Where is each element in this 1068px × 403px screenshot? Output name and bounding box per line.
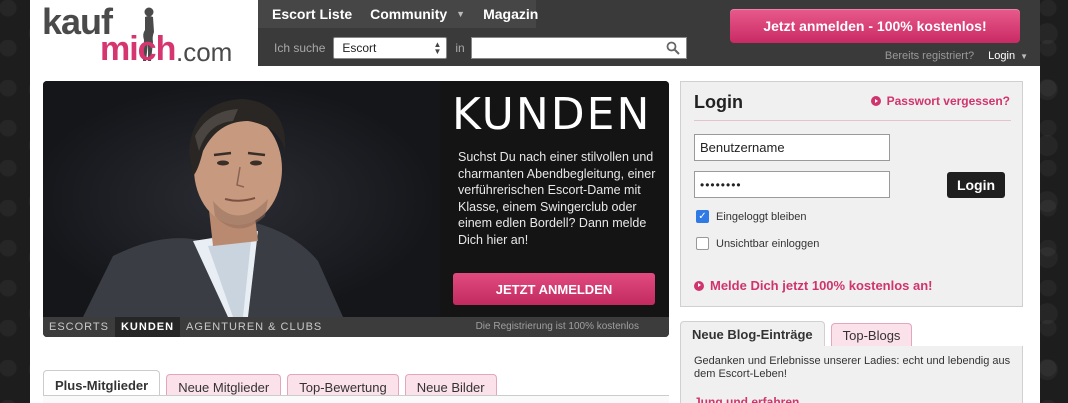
forgot-password-label: Passwort vergessen? [886, 94, 1010, 108]
nav-magazin[interactable]: Magazin [483, 6, 538, 22]
search-icon[interactable] [666, 41, 680, 55]
login-title: Login [694, 92, 743, 112]
nav-escort-liste[interactable]: Escort Liste [272, 6, 352, 22]
nav-item-label: Community [370, 6, 448, 22]
category-select[interactable]: Escort ▲ ▼ [333, 37, 448, 59]
hero-photo [43, 81, 440, 317]
remember-me-label: Eingeloggt bleiben [716, 210, 807, 223]
search-bar: Ich suche Escort ▲ ▼ in [274, 37, 687, 59]
main-nav: Escort Liste Community ▼ Magazin [258, 0, 538, 28]
blog-description: Gedanken und Erlebnisse unserer Ladies: … [694, 355, 1011, 380]
hero-title: KUNDEN [452, 89, 652, 140]
chevron-down-icon: ▼ [1020, 51, 1028, 61]
nav-item-label: Escort Liste [272, 6, 353, 22]
select-arrows-icon: ▲ ▼ [433, 40, 442, 56]
hero-text-panel: KUNDEN Suchst Du nach einer stilvollen u… [440, 81, 669, 317]
register-free-label: Melde Dich jetzt 100% kostenlos an! [710, 278, 933, 293]
page-container: kauf mich .com Escort Liste Community ▼ … [30, 0, 1040, 403]
forgot-password-link[interactable]: Passwort vergessen? [870, 94, 1010, 108]
tab-top-blogs[interactable]: Top-Blogs [830, 323, 913, 347]
tab-neue-blog-eintraege[interactable]: Neue Blog-Einträge [680, 321, 825, 347]
invisible-login-label: Unsichtbar einloggen [716, 237, 820, 250]
search-in-label: in [455, 41, 465, 55]
hero-register-button[interactable]: JETZT ANMELDEN [453, 273, 655, 305]
header-login-link[interactable]: Login [988, 50, 1015, 62]
hero-registration-note: Die Registrierung ist 100% kostenlos [475, 321, 639, 332]
hero-banner: KUNDEN Suchst Du nach einer stilvollen u… [43, 81, 669, 337]
remember-me-checkbox[interactable]: ✓ [696, 210, 709, 223]
member-tab-panel [43, 395, 669, 403]
header-login-row: Bereits registriert? Login ▼ [885, 50, 1028, 62]
category-select-value: Escort [342, 41, 377, 55]
invisible-login-row[interactable]: Unsichtbar einloggen [696, 237, 819, 250]
username-field[interactable]: Benutzername [694, 134, 890, 161]
login-button[interactable]: Login [947, 172, 1005, 198]
blog-entry-link[interactable]: Jung und erfahren [694, 395, 799, 403]
register-cta-button[interactable]: Jetzt anmelden - 100% kostenlos! [730, 9, 1020, 43]
hero-man-illustration [83, 99, 343, 317]
nav-item-label: Magazin [483, 6, 539, 22]
arrow-bullet-icon [870, 96, 881, 106]
hero-tabbar: ESCORTS KUNDEN AGENTUREN & CLUBS Die Reg… [43, 317, 669, 337]
blog-tabs: Neue Blog-Einträge Top-Blogs [680, 321, 918, 347]
header-bar: Escort Liste Community ▼ Magazin Ich suc… [258, 0, 1040, 66]
password-field[interactable]: •••••••• [694, 171, 890, 198]
hero-tab-agenturen[interactable]: AGENTUREN & CLUBS [180, 317, 328, 337]
invisible-login-checkbox[interactable] [696, 237, 709, 250]
location-search-input[interactable] [470, 37, 687, 59]
arrow-bullet-icon [694, 280, 704, 291]
logo-suffix: .com [176, 37, 233, 67]
remember-me-row[interactable]: ✓ Eingeloggt bleiben [696, 210, 807, 223]
nav-community[interactable]: Community ▼ [370, 6, 465, 22]
hero-tab-kunden[interactable]: KUNDEN [114, 317, 181, 337]
login-divider [694, 120, 1011, 121]
register-free-link[interactable]: Melde Dich jetzt 100% kostenlos an! [694, 278, 933, 293]
search-label: Ich suche [274, 41, 326, 55]
chevron-down-icon: ▼ [456, 9, 466, 19]
login-panel: Login Passwort vergessen? Benutzername •… [680, 81, 1023, 307]
site-logo[interactable]: kauf mich .com [42, 4, 254, 68]
hero-tab-escorts[interactable]: ESCORTS [43, 317, 115, 337]
already-registered-text: Bereits registriert? [884, 50, 975, 62]
hero-description: Suchst Du nach einer stilvollen und char… [458, 150, 656, 247]
logo-word-bottom: mich [100, 30, 176, 68]
blog-panel: Gedanken und Erlebnisse unserer Ladies: … [680, 346, 1023, 403]
